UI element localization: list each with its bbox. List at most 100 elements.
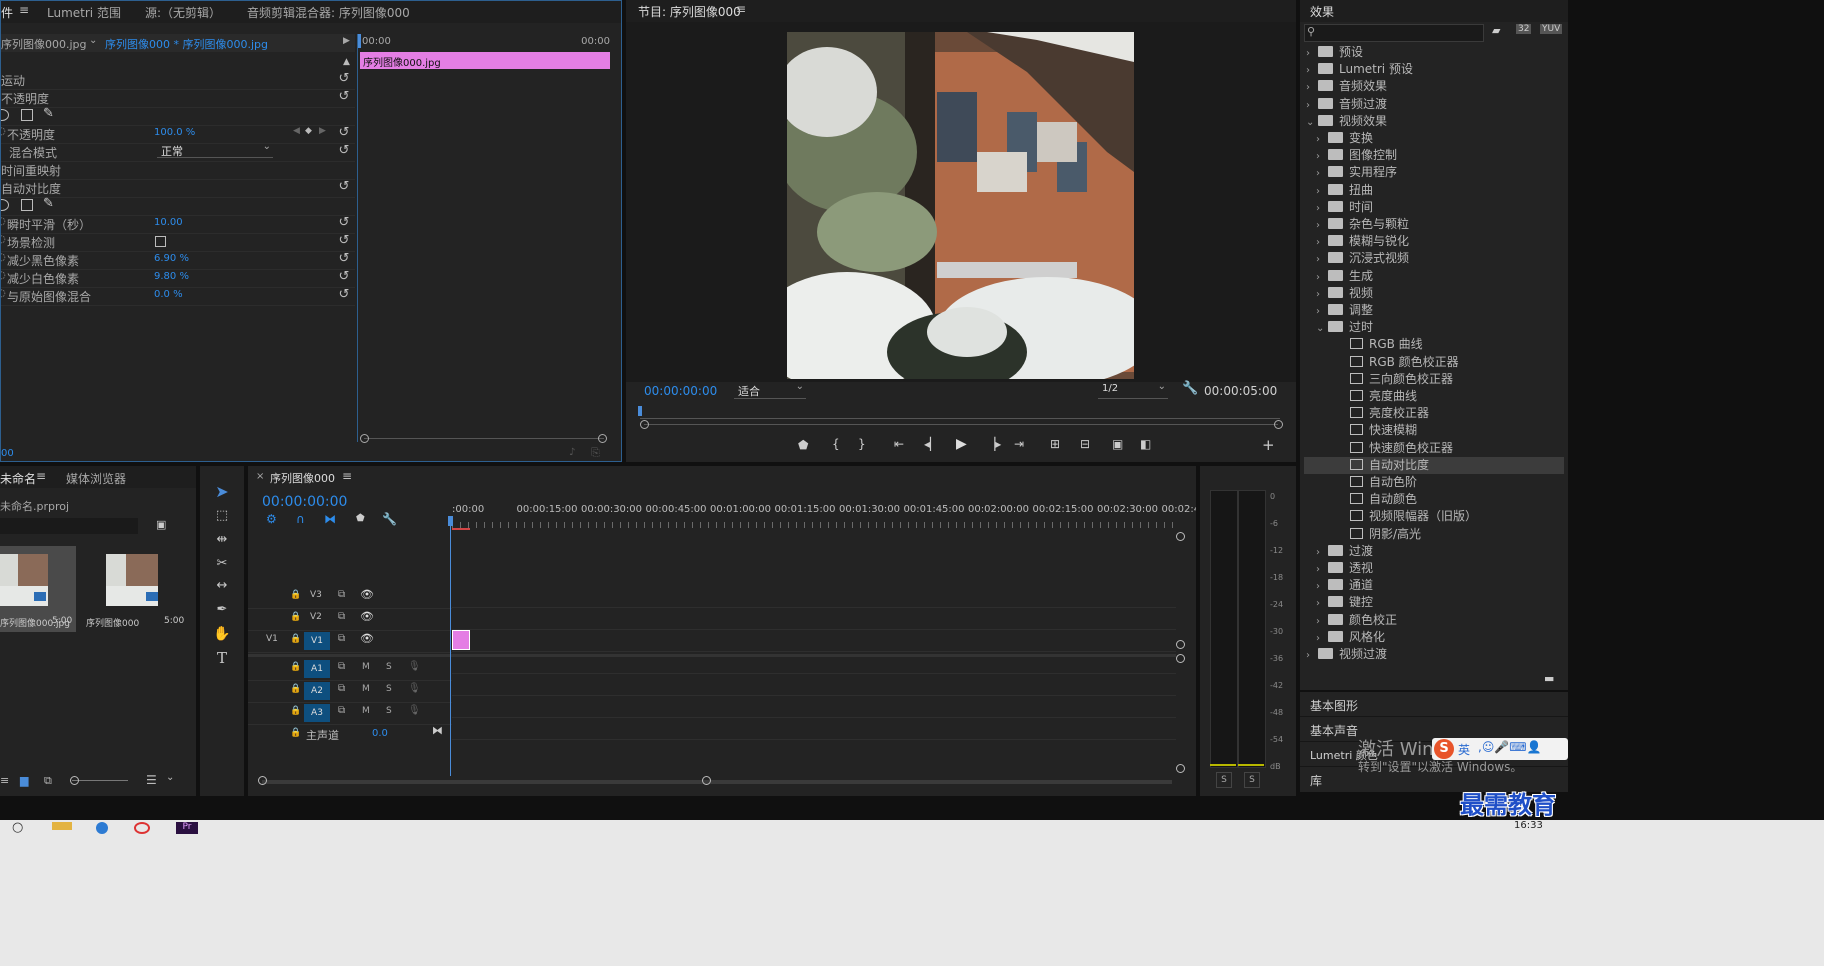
close-icon[interactable]: × (256, 471, 264, 482)
solo-left-button[interactable]: S (1216, 772, 1232, 788)
microphone-icon[interactable]: 🎙 (408, 661, 421, 672)
rectangle-mask-icon[interactable] (21, 199, 33, 211)
play-triangle-icon[interactable]: ▶ (343, 36, 350, 46)
effect-item[interactable]: RGB 曲线 (1304, 336, 1564, 353)
chevron-down-icon[interactable]: ⌄ (1306, 114, 1318, 131)
yuv-effects-icon[interactable]: YUV (1540, 24, 1563, 34)
pen-tool-icon[interactable]: ✒ (200, 598, 244, 622)
effect-item[interactable]: 快速颜色校正器 (1304, 440, 1564, 457)
chevron-right-icon[interactable]: › (1316, 578, 1328, 595)
program-frame-image[interactable] (787, 32, 1134, 379)
chevron-right-icon[interactable]: › (1316, 613, 1328, 630)
effect-item[interactable]: RGB 颜色校正器 (1304, 354, 1564, 371)
track-select-tool-icon[interactable]: ⬚ (200, 504, 244, 528)
lock-icon[interactable]: 🔒 (290, 706, 301, 716)
hscroll-right-handle[interactable] (702, 776, 711, 785)
timeline-playhead[interactable] (450, 516, 451, 776)
mute-button[interactable]: M (362, 662, 370, 672)
selection-tool-icon[interactable]: ➤ (200, 480, 244, 504)
effect-item[interactable]: 视频限幅器（旧版） (1304, 508, 1564, 525)
track-name[interactable]: A2 (304, 682, 330, 700)
effects-title[interactable]: 效果 (1310, 3, 1334, 20)
effect-folder[interactable]: › 通道 (1304, 577, 1564, 594)
tab-audio-clip-mixer[interactable]: 音频剪辑混合器: 序列图像000 (247, 4, 410, 21)
comparison-view-icon[interactable]: ◧ (1140, 437, 1151, 451)
resolution-select[interactable]: 1/2 ⌄ (1098, 381, 1168, 399)
camera-icon[interactable]: ▣ (1112, 437, 1123, 451)
extract-icon[interactable]: ⊟ (1080, 437, 1090, 451)
chevron-down-icon[interactable]: ⌄ (89, 35, 97, 46)
ec-row-blend-original[interactable]: ◌ 与原始图像混合 0.0 % ↺ (1, 285, 355, 306)
chevron-right-icon[interactable]: › (1316, 165, 1328, 182)
ec-value-white-clip[interactable]: 9.80 % (154, 271, 189, 282)
eye-icon[interactable]: 👁 (360, 588, 374, 601)
accelerated-effects-icon[interactable]: ▰ (1492, 24, 1500, 37)
stopwatch-icon[interactable]: ◌ (1, 252, 6, 263)
timeline-timecode[interactable]: 00:00:00:00 (262, 494, 347, 510)
lock-icon[interactable]: 🔒 (290, 662, 301, 672)
effect-folder[interactable]: › 键控 (1304, 594, 1564, 611)
sync-lock-icon[interactable]: ⧉ (338, 683, 345, 694)
sync-lock-icon[interactable]: ⧉ (338, 611, 345, 622)
eye-icon[interactable]: 👁 (360, 632, 374, 645)
browser-icon[interactable] (96, 822, 108, 834)
sort-icon[interactable]: ☰ (146, 773, 157, 787)
find-icon[interactable]: ▣ (156, 518, 166, 531)
track-name[interactable]: A1 (304, 660, 330, 678)
fit-select[interactable]: 适合 ⌄ (734, 381, 806, 399)
effect-folder[interactable]: › 预设 (1304, 44, 1564, 61)
effect-folder[interactable]: › 透视 (1304, 560, 1564, 577)
step-back-icon[interactable]: ◂▏ (924, 437, 939, 451)
stopwatch-icon[interactable]: ◌ (1, 288, 6, 299)
effects-search-input[interactable]: ⚲ (1304, 24, 1484, 42)
lift-icon[interactable]: ⊞ (1050, 437, 1060, 451)
ellipse-mask-icon[interactable] (1, 199, 9, 211)
hscroll-track[interactable] (262, 780, 1172, 784)
chevron-right-icon[interactable]: › (1316, 148, 1328, 165)
track-name[interactable]: V1 (304, 632, 330, 650)
vscroll-handle-top[interactable] (1176, 532, 1185, 541)
step-forward-icon[interactable]: ▕▸ (986, 437, 1001, 451)
type-tool-icon[interactable]: T (200, 646, 244, 670)
ripple-edit-tool-icon[interactable]: ⇹ (200, 528, 244, 552)
time-ruler[interactable]: :00:00 00:00:15:00 00:00:30:00 00:00:45:00 0… (452, 502, 1196, 530)
solo-right-button[interactable]: S (1244, 772, 1260, 788)
solo-button[interactable]: S (386, 684, 392, 694)
add-marker-icon[interactable]: ⬟ (798, 438, 808, 452)
timeline-playhead-handle[interactable] (448, 516, 453, 526)
chevron-down-icon[interactable]: ⌄ (1316, 320, 1328, 337)
slider-handle[interactable] (70, 776, 79, 785)
mark-in-icon[interactable]: { (832, 437, 840, 451)
add-button-icon[interactable]: + (1262, 436, 1275, 454)
chevron-right-icon[interactable]: › (1316, 561, 1328, 578)
reset-icon[interactable]: ↺ (337, 252, 351, 266)
tab-media-browser[interactable]: 媒体浏览器 (66, 470, 126, 487)
chevron-right-icon[interactable]: › (1316, 269, 1328, 286)
chevron-right-icon[interactable]: › (1316, 251, 1328, 268)
vscroll-handle-a[interactable] (1176, 654, 1185, 663)
program-timecode[interactable]: 00:00:00:00 (644, 384, 717, 398)
search-icon[interactable]: ○ (12, 820, 23, 835)
vscroll-handle-mid[interactable] (1176, 640, 1185, 649)
microphone-icon[interactable]: 🎙 (408, 705, 421, 716)
effect-item[interactable]: 亮度曲线 (1304, 388, 1564, 405)
stopwatch-icon[interactable]: ◌ (1, 126, 6, 137)
chevron-right-icon[interactable]: › (1306, 45, 1318, 62)
stopwatch-icon[interactable]: ◌ (1, 216, 6, 227)
sequence-clip-label[interactable]: 序列图像000 * 序列图像000.jpg (105, 36, 268, 52)
ec-playhead[interactable] (358, 34, 361, 48)
chevron-right-icon[interactable]: › (1316, 286, 1328, 303)
reset-icon[interactable]: ↺ (337, 90, 351, 104)
effect-folder[interactable]: › Lumetri 预设 (1304, 61, 1564, 78)
effect-folder[interactable]: › 模糊与锐化 (1304, 233, 1564, 250)
effect-item[interactable]: 亮度校正器 (1304, 405, 1564, 422)
ime-toolbar[interactable]: S 英 ,☺🎤⌨👤 (1432, 738, 1568, 760)
reset-icon[interactable]: ↺ (337, 234, 351, 248)
effect-item[interactable]: 三向颜色校正器 (1304, 371, 1564, 388)
tab-lumetri-scopes[interactable]: Lumetri 范围 (47, 4, 121, 21)
effect-folder[interactable]: › 实用程序 (1304, 164, 1564, 181)
solo-button[interactable]: S (386, 662, 392, 672)
keyframe-add-icon[interactable]: ◆ (305, 126, 312, 136)
play-icon[interactable]: ▶ (956, 436, 967, 452)
effect-folder[interactable]: › 杂色与颗粒 (1304, 216, 1564, 233)
